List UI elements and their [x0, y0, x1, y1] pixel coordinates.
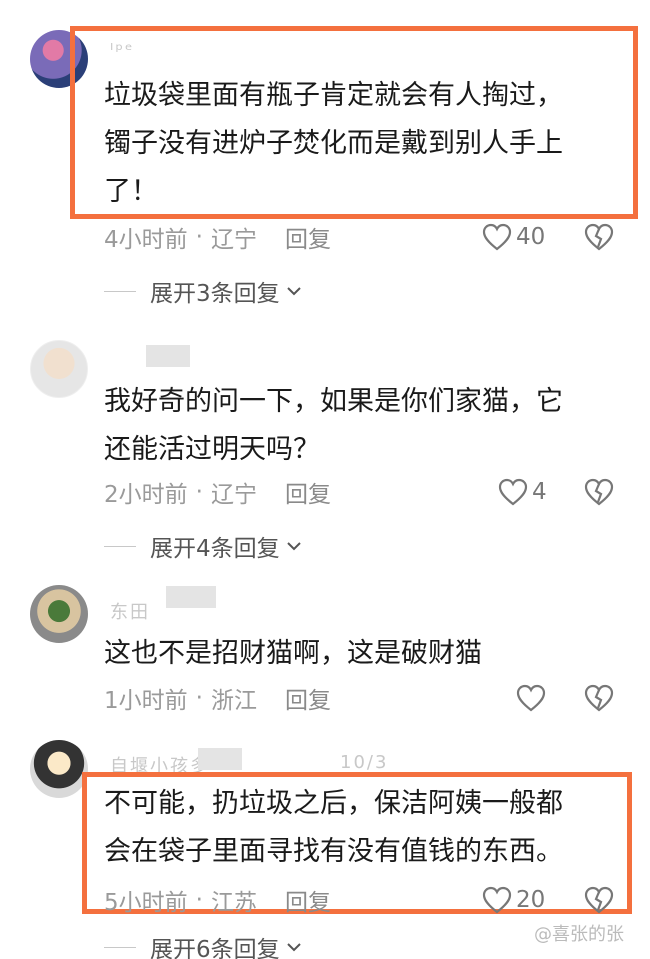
- comment-location: 辽宁: [210, 227, 257, 253]
- comment-time: 1小时前: [104, 688, 188, 714]
- separator: ·: [195, 685, 203, 711]
- avatar[interactable]: [30, 585, 88, 643]
- separator: ·: [195, 479, 203, 505]
- expand-replies-button[interactable]: 展开4条回复: [104, 531, 302, 562]
- comment-line: 还能活过明天吗？: [104, 434, 320, 465]
- expand-label: 展开6条回复: [150, 937, 280, 959]
- username-blurred: [146, 345, 190, 367]
- heart-outline-icon: [482, 223, 512, 251]
- separator: ·: [195, 224, 203, 250]
- chevron-down-icon: [286, 287, 301, 296]
- expand-replies-button[interactable]: 展开3条回复: [104, 276, 302, 307]
- username[interactable]: 东田: [110, 598, 150, 624]
- comment-location: 浙江: [210, 688, 257, 714]
- like-button[interactable]: 4: [498, 477, 547, 507]
- comment-line: 我好奇的问一下，如果是你们家猫，它: [104, 386, 563, 417]
- comment-time: 5小时前: [104, 890, 188, 916]
- heart-outline-icon: [516, 684, 546, 712]
- username-blurred: [198, 748, 242, 770]
- broken-heart-icon[interactable]: [584, 478, 614, 506]
- heart-outline-icon: [482, 886, 512, 914]
- expand-label: 展开3条回复: [150, 281, 280, 307]
- username-blurred: [166, 586, 216, 608]
- broken-heart-icon[interactable]: [584, 886, 614, 914]
- avatar[interactable]: [30, 740, 88, 798]
- chevron-down-icon: [286, 542, 301, 551]
- watermark: @喜张的张: [534, 924, 624, 945]
- like-count: 20: [516, 887, 546, 913]
- divider: [104, 545, 136, 547]
- like-count: 4: [532, 479, 547, 505]
- comment-time: 2小时前: [104, 482, 188, 508]
- reply-button[interactable]: 回复: [285, 681, 331, 715]
- heart-outline-icon: [498, 478, 528, 506]
- comment-meta: 5小时前 · 江苏 回复: [104, 883, 331, 917]
- like-button[interactable]: [516, 683, 546, 713]
- comment-meta: 4小时前 · 辽宁 回复: [104, 220, 331, 254]
- highlight-box: [70, 26, 638, 219]
- comment-location: 辽宁: [210, 482, 257, 508]
- broken-heart-icon[interactable]: [584, 684, 614, 712]
- chevron-down-icon: [286, 943, 301, 952]
- comment-text: 这也不是招财猫啊，这是破财猫: [104, 630, 624, 678]
- like-button[interactable]: 40: [482, 222, 545, 252]
- expand-replies-button[interactable]: 展开6条回复: [104, 932, 302, 959]
- comment-meta: 2小时前 · 辽宁 回复: [104, 475, 331, 509]
- comment-text: 我好奇的问一下，如果是你们家猫，它 还能活过明天吗？: [104, 378, 624, 474]
- comment-line: 这也不是招财猫啊，这是破财猫: [104, 638, 482, 669]
- divider: [104, 290, 136, 292]
- reply-button[interactable]: 回复: [285, 883, 331, 917]
- separator: ·: [195, 887, 203, 913]
- like-count: 40: [516, 224, 546, 250]
- expand-label: 展开4条回复: [150, 536, 280, 562]
- reply-button[interactable]: 回复: [285, 220, 331, 254]
- broken-heart-icon[interactable]: [584, 223, 614, 251]
- like-button[interactable]: 20: [482, 885, 545, 915]
- avatar[interactable]: [30, 340, 88, 398]
- comment-time: 4小时前: [104, 227, 188, 253]
- reply-button[interactable]: 回复: [285, 475, 331, 509]
- username-suffix: 10/3: [340, 752, 389, 773]
- comment-meta: 1小时前 · 浙江 回复: [104, 681, 331, 715]
- divider: [104, 946, 136, 948]
- comment-location: 江苏: [210, 890, 257, 916]
